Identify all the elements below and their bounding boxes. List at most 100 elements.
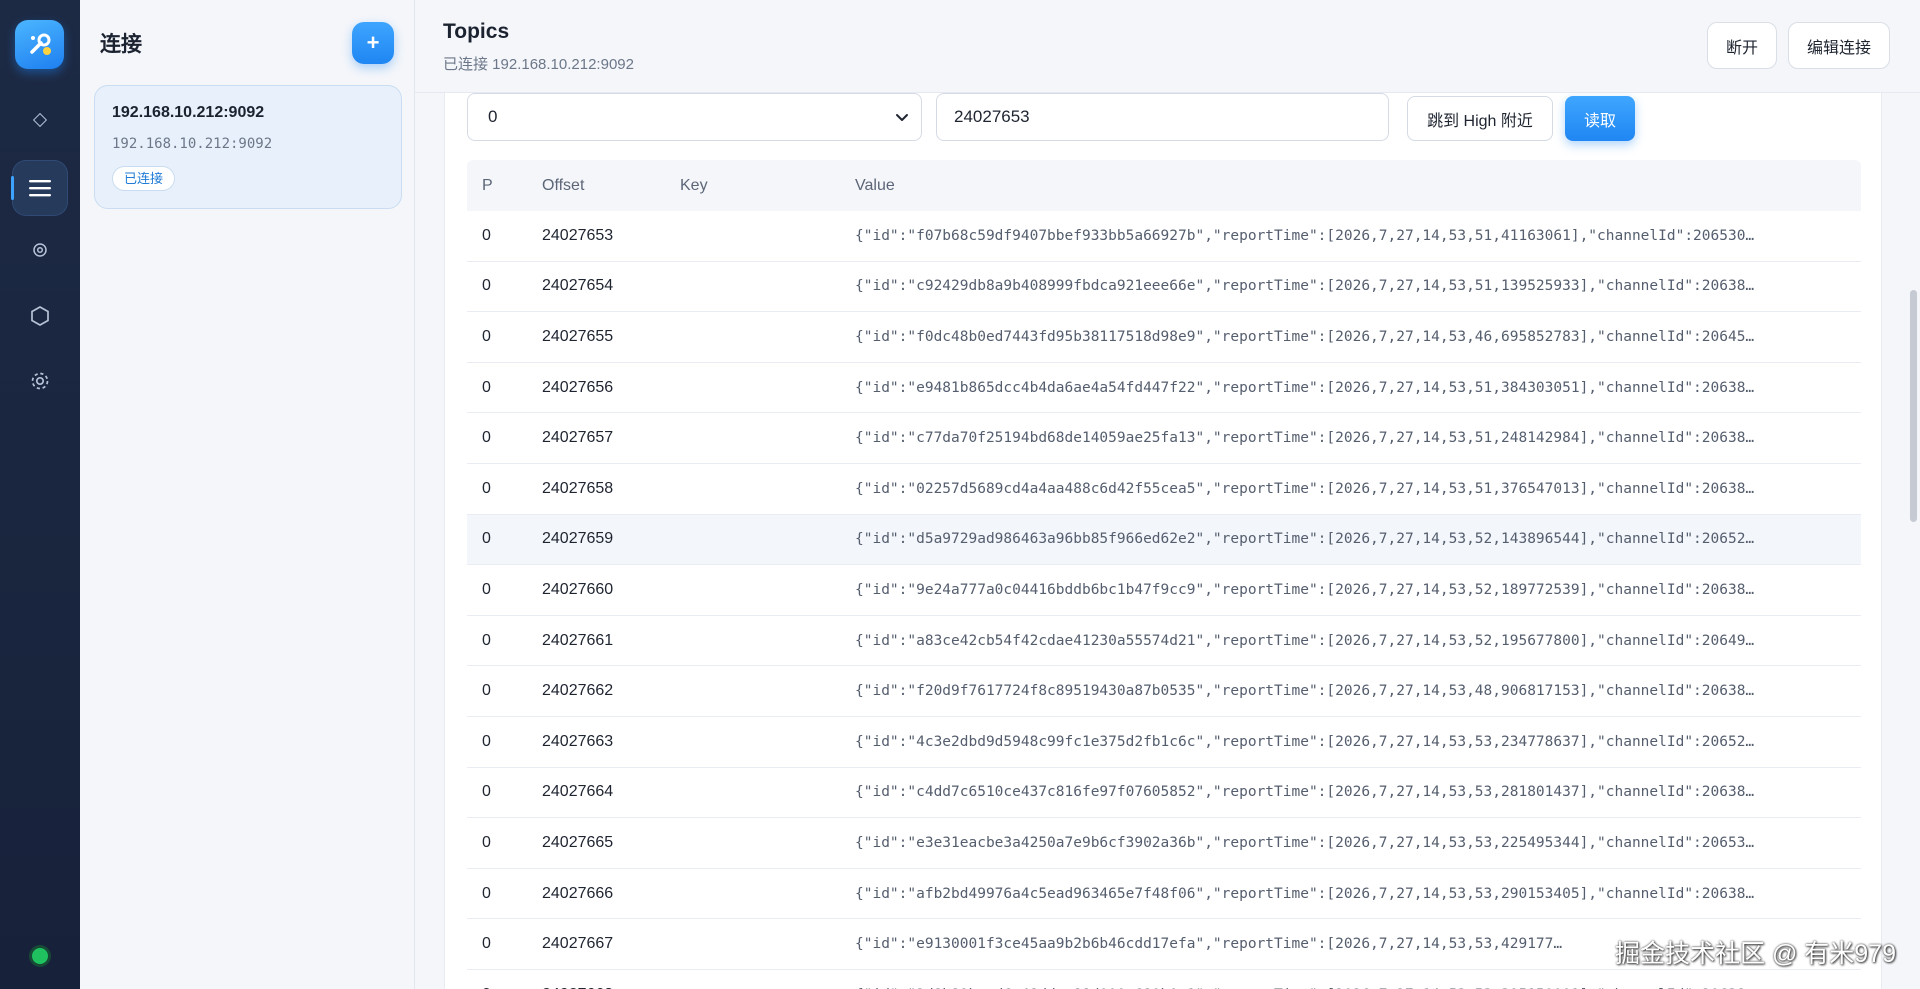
rail-item-overview[interactable] xyxy=(12,92,68,148)
rail-item-settings[interactable] xyxy=(12,353,68,409)
cell-partition: 0 xyxy=(482,429,491,447)
cell-offset: 24027664 xyxy=(542,783,614,801)
cell-offset: 24027666 xyxy=(542,884,614,902)
cell-value: {"id":"c4dd7c6510ce437c816fe97f07605852"… xyxy=(855,784,1755,801)
jump-to-high-button[interactable]: 跳到 High 附近 xyxy=(1407,96,1553,141)
column-header-p: P xyxy=(482,176,493,194)
table-row[interactable]: 0 24027661 {"id":"a83ce42cb54f42cdae41230a… xyxy=(467,616,1861,667)
rail-item-brokers[interactable] xyxy=(12,288,68,344)
column-header-value: Value xyxy=(855,176,895,194)
cell-value: {"id":"02257d5689cd4a4aa488c6d42f55cea5"… xyxy=(855,480,1755,497)
gear-icon xyxy=(31,372,49,390)
cell-value: {"id":"e3e31eacbe3a4250a7e9b6cf3902a36b"… xyxy=(855,834,1755,851)
table-row[interactable]: 0 24027656 {"id":"e9481b865dcc4b4da6ae4a54… xyxy=(467,363,1861,414)
cell-partition: 0 xyxy=(482,884,491,902)
column-header-key: Key xyxy=(680,176,708,194)
cell-partition: 0 xyxy=(482,378,491,396)
table-row[interactable]: 0 24027664 {"id":"c4dd7c6510ce437c816fe97f… xyxy=(467,768,1861,819)
table-row[interactable]: 0 24027658 {"id":"02257d5689cd4a4aa488c6d4… xyxy=(467,464,1861,515)
cell-partition: 0 xyxy=(482,479,491,497)
cell-value: {"id":"f07b68c59df9407bbef933bb5a66927b"… xyxy=(855,227,1755,244)
cell-partition: 0 xyxy=(482,631,491,649)
cell-partition: 0 xyxy=(482,530,491,548)
cell-offset: 24027662 xyxy=(542,682,614,700)
cell-value: {"id":"9e24a777a0c04416bddb6bc1b47f9cc9"… xyxy=(855,581,1755,598)
table-row[interactable]: 0 24027654 {"id":"c92429db8a9b408999fbdca9… xyxy=(467,262,1861,313)
connection-name: 192.168.10.212:9092 xyxy=(112,104,265,121)
cell-value: {"id":"a83ce42cb54f42cdae41230a55574d21"… xyxy=(855,632,1755,649)
cell-partition: 0 xyxy=(482,277,491,295)
partition-select[interactable]: 0 xyxy=(467,93,922,141)
cell-offset: 24027659 xyxy=(542,530,614,548)
cell-value: {"id":"e9481b865dcc4b4da6ae4a54fd447f22"… xyxy=(855,379,1755,396)
messages-table: P Offset Key Value 0 24027653 {"id":"f07b6… xyxy=(467,160,1861,989)
cell-value: {"id":"c92429db8a9b408999fbdca921eee66e"… xyxy=(855,278,1755,295)
add-connection-button[interactable]: + xyxy=(352,22,394,64)
cell-offset: 24027657 xyxy=(542,429,614,447)
cell-partition: 0 xyxy=(482,327,491,345)
cell-partition: 0 xyxy=(482,226,491,244)
table-row[interactable]: 024027668{"id":"2d8b89bced6e48ddaa88d000… xyxy=(467,970,1861,989)
page-scrollbar[interactable] xyxy=(1910,290,1917,522)
table-row[interactable]: 0 24027653 {"id":"f07b68c59df9407bbef933bb… xyxy=(467,211,1861,262)
column-header-offset: Offset xyxy=(542,176,585,194)
cell-partition: 0 xyxy=(482,833,491,851)
wrench-spark-icon xyxy=(29,33,51,55)
cell-offset: 24027667 xyxy=(542,935,614,953)
cell-partition: 0 xyxy=(482,682,491,700)
cell-offset: 24027653 xyxy=(542,226,614,244)
cell-partition: 0 xyxy=(482,732,491,750)
partition-select-value: 0 xyxy=(488,107,498,126)
messages-card: 0 跳到 High 附近 读取 P Offset Key Value 02402… xyxy=(444,93,1882,989)
table-row[interactable]: 0 24027666 {"id":"afb2bd49976a4c5ead963465… xyxy=(467,869,1861,920)
cell-offset: 24027665 xyxy=(542,833,614,851)
chevron-down-icon xyxy=(896,114,908,121)
cell-value: {"id":"d5a9729ad986463a96bb85f966ed62e2"… xyxy=(855,531,1755,548)
cell-offset: 24027654 xyxy=(542,277,614,295)
cell-value: {"id":"4c3e2dbd9d5948c99fc1e375d2fb1c6c"… xyxy=(855,733,1755,750)
menu-icon xyxy=(29,180,51,197)
page-title: Topics xyxy=(443,20,510,43)
cell-offset: 24027663 xyxy=(542,732,614,750)
table-body: 0 24027653 {"id":"f07b68c59df9407bbef933bb… xyxy=(467,211,1861,989)
status-badge: 已连接 xyxy=(112,166,176,191)
edit-connection-button[interactable]: 编辑连接 xyxy=(1788,22,1891,69)
cell-offset: 24027655 xyxy=(542,327,614,345)
table-row[interactable]: 0 24027660 {"id":"9e24a777a0c04416bddb6bc1… xyxy=(467,565,1861,616)
cell-offset: 24027656 xyxy=(542,378,614,396)
read-button[interactable]: 读取 xyxy=(1565,96,1635,141)
connections-title: 连接 xyxy=(100,33,142,56)
nav-rail xyxy=(0,0,80,989)
connection-address: 192.168.10.212:9092 xyxy=(112,136,273,152)
watermark: 掘金技术社区 @ 有米979 xyxy=(1615,940,1896,968)
cell-value: {"id":"f0dc48b0ed7443fd95b38117518d98e9"… xyxy=(855,328,1755,345)
cell-value: {"id":"afb2bd49976a4c5ead963465e7f48f06"… xyxy=(855,885,1755,902)
cell-offset: 24027661 xyxy=(542,631,614,649)
connection-status-dot xyxy=(32,948,48,964)
offset-input[interactable] xyxy=(936,93,1389,141)
hexagon-icon xyxy=(31,306,49,326)
cell-partition: 0 xyxy=(482,783,491,801)
cell-value: {"id":"f20d9f7617724f8c89519430a87b0535"… xyxy=(855,683,1755,700)
app-logo xyxy=(15,20,64,69)
table-row[interactable]: 0 24027655 {"id":"f0dc48b0ed7443fd95b38117… xyxy=(467,312,1861,363)
cell-partition: 0 xyxy=(482,935,491,953)
table-row[interactable]: 0 24027659 {"id":"d5a9729ad986463a96bb85f9… xyxy=(467,514,1861,566)
page-subtitle: 已连接 192.168.10.212:9092 xyxy=(443,56,634,73)
target-icon xyxy=(33,243,47,257)
disconnect-button[interactable]: 断开 xyxy=(1707,22,1778,69)
table-row[interactable]: 0 24027657 {"id":"c77da70f25194bd68de14059… xyxy=(467,413,1861,464)
table-header: P Offset Key Value xyxy=(467,160,1861,211)
cell-value: {"id":"c77da70f25194bd68de14059ae25fa13"… xyxy=(855,430,1755,447)
table-row[interactable]: 0 24027665 {"id":"e3e31eacbe3a4250a7e9b6cf… xyxy=(467,818,1861,869)
page-header: Topics 已连接 192.168.10.212:9092 断开 编辑连接 xyxy=(415,0,1920,93)
rail-item-consumers[interactable] xyxy=(12,222,68,278)
cell-partition: 0 xyxy=(482,580,491,598)
table-row[interactable]: 0 24027662 {"id":"f20d9f7617724f8c89519430… xyxy=(467,666,1861,717)
connections-panel: 连接 + 192.168.10.212:9092 192.168.10.212:… xyxy=(80,0,415,989)
rail-item-topics[interactable] xyxy=(11,160,68,216)
cell-offset: 24027660 xyxy=(542,580,614,598)
cell-offset: 24027658 xyxy=(542,479,614,497)
table-row[interactable]: 0 24027663 {"id":"4c3e2dbd9d5948c99fc1e375… xyxy=(467,717,1861,768)
connection-card[interactable]: 192.168.10.212:9092 192.168.10.212:9092 … xyxy=(94,85,402,209)
